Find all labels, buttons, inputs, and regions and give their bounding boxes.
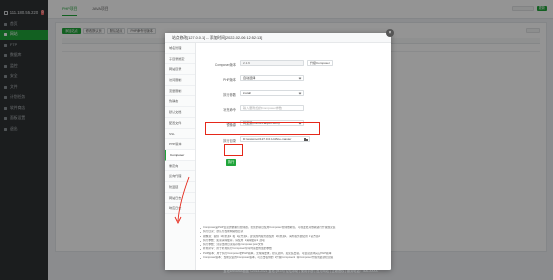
menu-item-default-doc[interactable]: 默认文档 (165, 107, 195, 118)
menu-item-redirect[interactable]: 重定向 (165, 161, 195, 172)
menu-item-composer[interactable]: Composer (165, 149, 195, 161)
menu-item-php-version[interactable]: PHP版本 (165, 139, 195, 150)
extra-params-row: 补充命令 输入要附加的Composer参数 (196, 105, 391, 113)
exec-params-select[interactable]: install (240, 90, 304, 97)
menu-item-config[interactable]: 配置文件 (165, 118, 195, 129)
exec-params-row: 执行参数 install (196, 90, 391, 98)
help-note: Composer版本：当前安装的Composer版本，可点击右侧的【升级Comp… (200, 256, 388, 260)
exec-dir-row: 执行目录 D:/wwwroot/127.0.0.1/office-master (196, 136, 391, 144)
help-notes: Composer是PHP主流的依赖包管理器，若您的项目使用Composer管理依… (200, 226, 388, 260)
exec-dir-label: 执行目录 (223, 138, 236, 143)
composer-version-row: Composer版本 2.1.6 升级Composer (196, 60, 391, 68)
annotation-arrow-icon (174, 176, 190, 225)
chevron-down-icon (298, 91, 302, 95)
modal-menu: 域名管理 子目录绑定 网站目录 访问限制 流量限制 伪静态 默认文档 配置文件 … (165, 43, 196, 270)
composer-version-label: Composer版本 (214, 62, 236, 67)
extra-params-label: 补充命令 (223, 107, 236, 112)
extra-params-input[interactable]: 输入要附加的Composer参数 (240, 105, 304, 112)
execute-button[interactable]: 执行 (226, 159, 237, 166)
composer-version-field: 2.1.6 (240, 60, 304, 67)
highlight-exec-dir (205, 122, 320, 135)
php-version-value: 自动选择 (243, 76, 256, 80)
menu-item-subdir[interactable]: 子目录绑定 (165, 54, 195, 65)
upgrade-composer-button[interactable]: 升级Composer (307, 60, 333, 67)
menu-item-domain[interactable]: 域名管理 (165, 43, 195, 54)
exec-params-value: install (243, 91, 251, 95)
exec-dir-value: D:/wwwroot/127.0.0.1/office-master (243, 137, 292, 141)
menu-item-ssl[interactable]: SSL (165, 129, 195, 140)
chevron-down-icon (298, 76, 302, 80)
exec-dir-input[interactable]: D:/wwwroot/127.0.0.1/office-master (240, 136, 310, 143)
site-edit-modal: 站点修改[127.0.0.1] -- 添加时间[2022-02-06 12:52… (165, 29, 394, 270)
modal-title: 站点修改[127.0.0.1] -- 添加时间[2022-02-06 12:52… (165, 33, 391, 43)
menu-item-site-dir[interactable]: 网站目录 (165, 64, 195, 76)
exec-params-label: 执行参数 (223, 92, 236, 97)
menu-item-access-limit[interactable]: 访问限制 (165, 75, 195, 86)
php-version-label: PHP版本 (223, 77, 236, 82)
menu-item-traffic-limit[interactable]: 流量限制 (165, 86, 195, 97)
php-version-select[interactable]: 自动选择 (240, 75, 304, 82)
highlight-exec-button (224, 144, 243, 156)
menu-item-rewrite[interactable]: 伪静态 (165, 96, 195, 108)
php-version-row: PHP版本 自动选择 (196, 75, 391, 83)
close-icon[interactable]: × (386, 29, 394, 37)
folder-icon[interactable] (304, 137, 308, 142)
